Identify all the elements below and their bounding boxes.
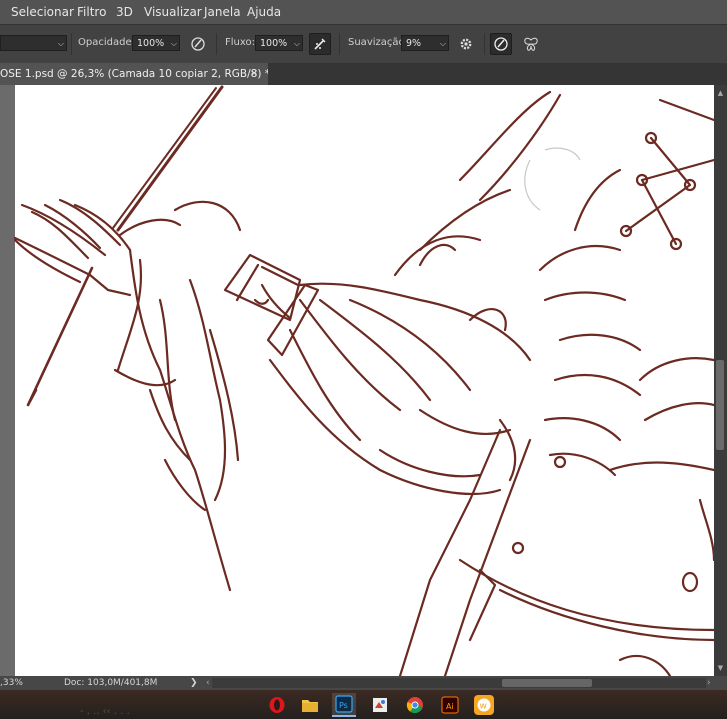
document-tab-title: OSE 1.psd @ 26,3% (Camada 10 copiar 2, R…: [0, 68, 268, 80]
vertical-scrollbar[interactable]: ▲ ▼: [714, 85, 727, 676]
file-explorer-icon[interactable]: [298, 693, 322, 717]
svg-text:Ai: Ai: [446, 702, 454, 711]
chevron-down-icon: ⌵: [439, 39, 446, 48]
divider: [484, 33, 485, 55]
scroll-up-icon[interactable]: ▲: [714, 87, 727, 99]
scroll-right-icon[interactable]: ›: [707, 676, 711, 690]
taskbar: - , .. ‹‹ . . . Ps Ai w: [0, 690, 727, 719]
flow-field[interactable]: 100% ⌵: [255, 35, 303, 51]
paint-app-icon[interactable]: [368, 693, 392, 717]
menu-filtro[interactable]: Filtro: [77, 5, 106, 19]
scroll-thumb[interactable]: [716, 360, 724, 450]
scroll-down-icon[interactable]: ▼: [714, 662, 727, 674]
opacity-value: 100%: [137, 38, 165, 49]
menu-visualizar[interactable]: Visualizar: [144, 5, 202, 19]
photoshop-icon[interactable]: Ps: [332, 693, 356, 717]
scroll-left-icon[interactable]: ‹: [206, 676, 210, 690]
close-icon[interactable]: ×: [250, 64, 258, 84]
flow-label: Fluxo:: [225, 37, 255, 48]
opacity-field[interactable]: 100% ⌵: [132, 35, 180, 51]
zoom-level[interactable]: ,33%: [0, 676, 23, 690]
menu-3d[interactable]: 3D: [116, 5, 133, 19]
document-tab[interactable]: OSE 1.psd @ 26,3% (Camada 10 copiar 2, R…: [0, 63, 268, 85]
document-size: Doc: 103,0M/401,8M: [64, 678, 158, 688]
opera-icon[interactable]: [265, 693, 289, 717]
svg-text:Ps: Ps: [339, 701, 348, 710]
canvas-area[interactable]: [0, 85, 714, 676]
horizontal-scrollbar[interactable]: [212, 678, 706, 688]
horizontal-scroll-thumb[interactable]: [502, 679, 592, 687]
divider: [339, 33, 340, 55]
chevron-down-icon: ⌵: [170, 39, 177, 48]
smoothing-field[interactable]: 9% ⌵: [401, 35, 449, 51]
symmetry-butterfly-icon[interactable]: [520, 33, 542, 55]
illustrator-icon[interactable]: Ai: [438, 693, 462, 717]
w-app-icon[interactable]: w: [472, 693, 496, 717]
canvas-artwork: [13, 85, 714, 676]
opacity-label: Opacidade:: [78, 37, 135, 48]
gear-icon[interactable]: [455, 33, 477, 55]
status-menu-arrow-icon[interactable]: ❯: [190, 676, 198, 690]
flow-value: 100%: [260, 38, 288, 49]
brush-mode-dropdown[interactable]: ⌵: [0, 35, 67, 51]
smoothing-label: Suavização:: [348, 37, 408, 48]
chevron-down-icon: ⌵: [293, 39, 300, 48]
divider: [71, 33, 72, 55]
document-tab-bar: OSE 1.psd @ 26,3% (Camada 10 copiar 2, R…: [0, 63, 727, 85]
smoothing-value: 9%: [406, 38, 422, 49]
menu-selecionar[interactable]: Selecionar: [11, 5, 74, 19]
menu-bar: Selecionar Filtro 3D Visualizar Janela A…: [0, 0, 727, 24]
menu-janela[interactable]: Janela: [204, 5, 241, 19]
svg-text:w: w: [480, 702, 487, 712]
options-bar: ⌵ Opacidade: 100% ⌵ Fluxo: 100% ⌵ Suaviz…: [0, 24, 727, 64]
chevron-down-icon: ⌵: [57, 39, 64, 48]
pressure-size-icon[interactable]: [490, 33, 512, 55]
chrome-icon[interactable]: [403, 693, 427, 717]
taskbar-ghost-text: - , .. ‹‹ . . .: [80, 706, 130, 717]
status-bar: ,33% Doc: 103,0M/401,8M ❯ ‹ ›: [0, 676, 727, 690]
menu-ajuda[interactable]: Ajuda: [247, 5, 281, 19]
divider: [216, 33, 217, 55]
pressure-opacity-icon[interactable]: [187, 33, 209, 55]
airbrush-icon[interactable]: [309, 33, 331, 55]
